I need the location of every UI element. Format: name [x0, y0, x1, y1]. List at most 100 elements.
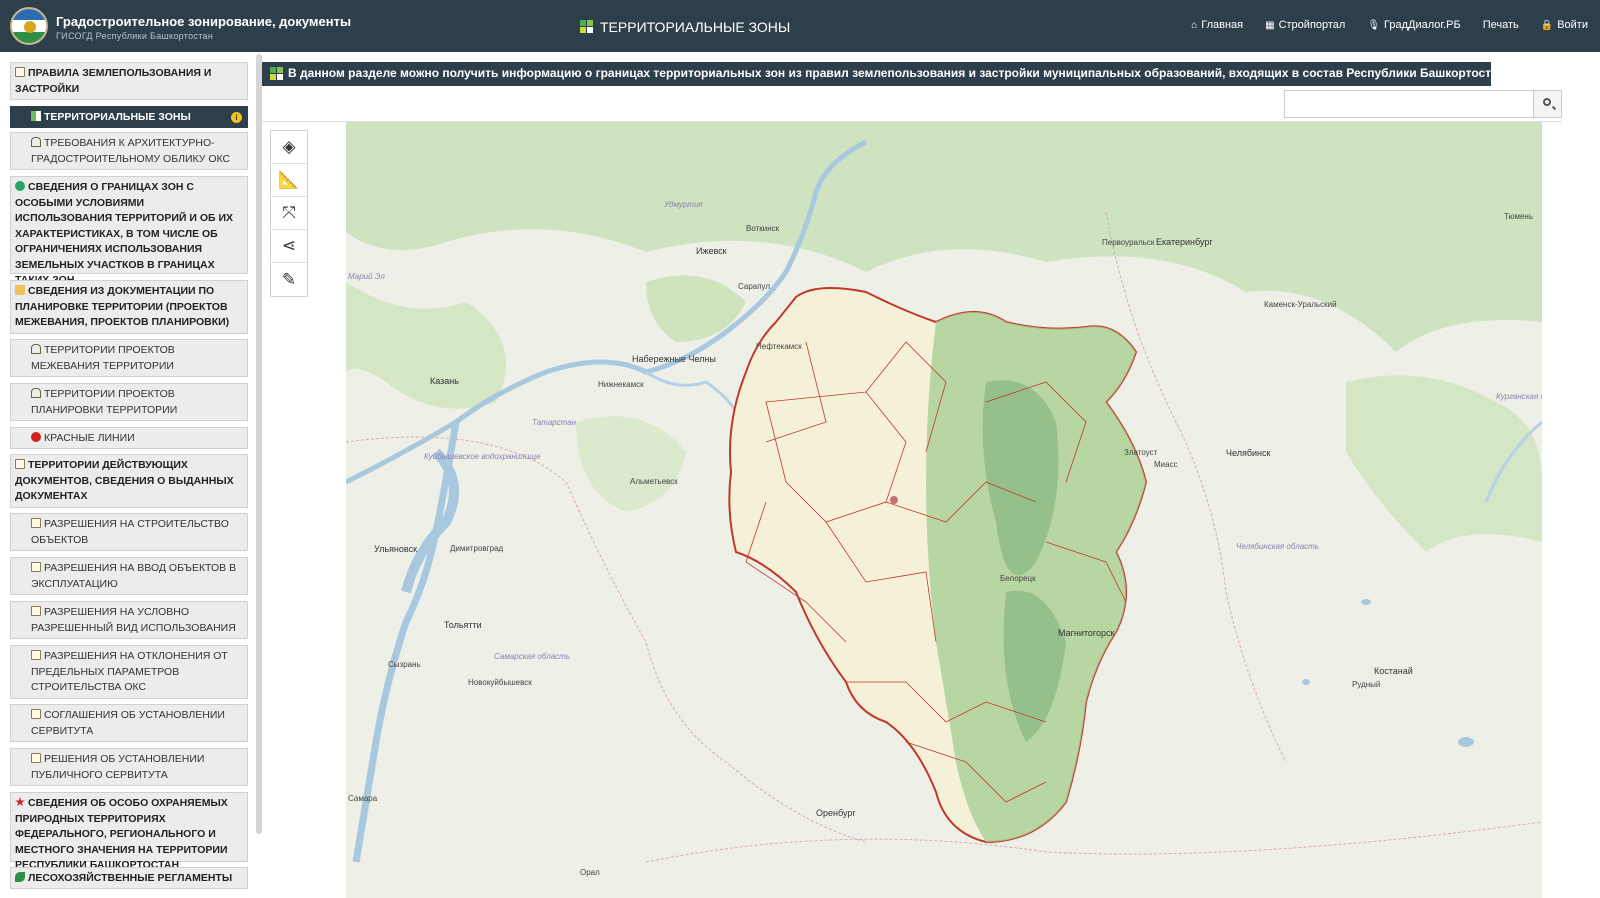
sidebar-item-forestry[interactable]: ЛЕСОХОЗЯЙСТВЕННЫЕ РЕГЛАМЕНТЫ [10, 867, 248, 889]
sidebar-item-red-lines[interactable]: КРАСНЫЕ ЛИНИИ [10, 427, 248, 449]
sidebar-item-planning-projects[interactable]: ТЕРРИТОРИИ ПРОЕКТОВ ПЛАНИРОВКИ ТЕРРИТОРИ… [10, 383, 248, 421]
share-button[interactable]: ⋖ [271, 230, 307, 263]
map-label: Ижевск [696, 246, 727, 256]
top-nav: ⌂ Главная ▦ Стройпортал 🎙 ГрадДиалог.РБ Печ… [1191, 19, 1588, 31]
map-label: Орал [580, 868, 600, 877]
measure-button[interactable]: 📐 [271, 164, 307, 197]
doc-icon [15, 459, 25, 469]
map-label: Сарапул [738, 282, 771, 291]
map-label: Челябинская область [1236, 542, 1320, 551]
sidebar-item-conditional-use[interactable]: РАЗРЕШЕНИЯ НА УСЛОВНО РАЗРЕШЕННЫЙ ВИД ИС… [10, 601, 248, 639]
sidebar-item-protected-areas[interactable]: СВЕДЕНИЯ ОБ ОСОБО ОХРАНЯЕМЫХ ПРИРОДНЫХ Т… [10, 792, 248, 871]
map-label: Сызрань [388, 660, 421, 669]
page-title: ТЕРРИТОРИАЛЬНЫЕ ЗОНЫ [580, 19, 790, 35]
main-content: В данном разделе можно получить информац… [262, 52, 1600, 898]
zones-icon [580, 20, 594, 34]
zones-icon [270, 67, 284, 81]
map-label: Тюмень [1504, 212, 1533, 221]
map-label: Миасс [1154, 460, 1178, 469]
nav-graddialog-link[interactable]: 🎙 ГрадДиалог.РБ [1367, 19, 1460, 31]
app-header: Градостроительное зонирование, документы… [0, 0, 1600, 52]
map-label: Челябинск [1226, 448, 1271, 458]
measure-icon: 📐 [278, 170, 300, 190]
house-icon [31, 388, 41, 398]
search-button[interactable] [1533, 91, 1561, 117]
doc-icon [31, 518, 41, 528]
map-label: Димитровград [450, 544, 504, 553]
sidebar-item-issued-docs[interactable]: ТЕРРИТОРИИ ДЕЙСТВУЮЩИХ ДОКУМЕНТОВ, СВЕДЕ… [10, 454, 248, 508]
map-label: Нефтекамск [756, 342, 802, 351]
doc-icon [31, 606, 41, 616]
doc-icon [31, 709, 41, 719]
map-label: Новокуйбышевск [468, 678, 532, 687]
map-label: Ульяновск [374, 544, 418, 554]
map-label: Екатеринбург [1156, 237, 1213, 247]
sidebar-item-survey-projects[interactable]: ТЕРРИТОРИИ ПРОЕКТОВ МЕЖЕВАНИЯ ТЕРРИТОРИИ [10, 339, 248, 377]
sidebar-item-architecture-requirements[interactable]: ТРЕБОВАНИЯ К АРХИТЕКТУРНО-ГРАДОСТРОИТЕЛЬ… [10, 132, 248, 170]
map-label: Самарская область [494, 652, 571, 661]
info-banner: В данном разделе можно получить информац… [262, 62, 1508, 86]
sidebar-item-planning-docs[interactable]: СВЕДЕНИЯ ИЗ ДОКУМЕНТАЦИИ ПО ПЛАНИРОВКЕ Т… [10, 280, 248, 334]
sidebar-item-deviation-permits[interactable]: РАЗРЕШЕНИЯ НА ОТКЛОНЕНИЯ ОТ ПРЕДЕЛЬНЫХ П… [10, 645, 248, 699]
app-subtitle: ГИСОГД Республики Башкортостан [56, 31, 214, 41]
info-icon[interactable]: i [231, 112, 242, 123]
fullscreen-icon: ⤧ [282, 203, 296, 223]
map-label: Каменск-Уральский [1264, 300, 1337, 309]
layers-button[interactable]: ◈ [271, 131, 307, 164]
fullscreen-button[interactable]: ⤧ [271, 197, 307, 230]
republic-emblem-icon[interactable] [10, 7, 48, 45]
nav-home-link[interactable]: ⌂ Главная [1191, 19, 1243, 31]
star-icon [15, 797, 25, 807]
sidebar-item-zoning-rules[interactable]: ПРАВИЛА ЗЕМЛЕПОЛЬЗОВАНИЯ И ЗАСТРОЙКИ [10, 62, 248, 100]
house-icon [31, 344, 41, 354]
map-label: Татарстан [532, 418, 577, 427]
sidebar-item-public-easement[interactable]: РЕШЕНИЯ ОБ УСТАНОВЛЕНИИ ПУБЛИЧНОГО СЕРВИ… [10, 748, 248, 786]
sidebar-item-territorial-zones[interactable]: ТЕРРИТОРИАЛЬНЫЕ ЗОНЫ i [10, 106, 248, 128]
map-label: Оренбург [816, 808, 856, 818]
nav-stroyportal-link[interactable]: ▦ Стройпортал [1265, 19, 1345, 31]
map-label: Рудный [1352, 680, 1381, 689]
sidebar-item-special-zones[interactable]: СВЕДЕНИЯ О ГРАНИЦАХ ЗОН С ОСОБЫМИ УСЛОВИ… [10, 176, 248, 286]
search-box [1284, 90, 1562, 118]
sidebar: ПРАВИЛА ЗЕМЛЕПОЛЬЗОВАНИЯ И ЗАСТРОЙКИ ТЕР… [0, 52, 262, 898]
sidebar-item-building-permits[interactable]: РАЗРЕШЕНИЯ НА СТРОИТЕЛЬСТВО ОБЪЕКТОВ [10, 513, 248, 551]
sidebar-item-easement-agreements[interactable]: СОГЛАШЕНИЯ ОБ УСТАНОВЛЕНИИ СЕРВИТУТА [10, 704, 248, 742]
map-label: Костанай [1374, 666, 1413, 676]
house-icon [31, 137, 41, 147]
page-title-text: ТЕРРИТОРИАЛЬНЫЕ ЗОНЫ [600, 19, 791, 35]
map-label: Набережные Челны [632, 354, 716, 364]
doc-icon [31, 562, 41, 572]
map-basemap[interactable] [346, 122, 1542, 898]
doc-icon [15, 67, 25, 77]
layers-icon: ◈ [282, 137, 296, 157]
map-label: Самара [348, 794, 378, 803]
map-label: Нижнекамск [598, 380, 644, 389]
doc-icon [31, 753, 41, 763]
home-icon: ⌂ [1191, 19, 1198, 31]
nav-login-link[interactable]: 🔒 Войти [1541, 19, 1588, 31]
map-label: Первоуральск [1102, 238, 1155, 247]
sidebar-item-commissioning-permits[interactable]: РАЗРЕШЕНИЯ НА ВВОД ОБЪЕКТОВ В ЭКСПЛУАТАЦ… [10, 557, 248, 595]
map-label: Курганская область [1496, 392, 1542, 401]
nav-print-link[interactable]: Печать [1483, 19, 1519, 31]
map-label: Воткинск [746, 224, 780, 233]
building-icon: ▦ [1265, 19, 1275, 31]
folder-icon [15, 285, 25, 295]
map-label: Златоуст [1124, 448, 1158, 457]
map-label: Казань [430, 376, 459, 386]
globe-icon [15, 181, 25, 191]
search-icon [1543, 98, 1551, 106]
search-input[interactable] [1285, 91, 1533, 117]
map-label: Белорецк [1000, 574, 1036, 583]
red-dot-icon [31, 432, 41, 442]
map-label: Марий Эл [348, 272, 385, 281]
doc-icon [31, 650, 41, 660]
edit-button[interactable]: ✎ [271, 263, 307, 296]
map-label: Куйбышевское водохранилище [424, 452, 541, 461]
zones-icon [31, 111, 41, 121]
lock-icon: 🔒 [1540, 19, 1554, 31]
app-title[interactable]: Градостроительное зонирование, документы [56, 14, 351, 29]
map-label: Магнитогорск [1058, 628, 1115, 638]
leaf-icon [15, 872, 25, 882]
map-canvas[interactable]: Ижевск Воткинск Удмуртия Сарапул Набереж… [346, 122, 1542, 898]
